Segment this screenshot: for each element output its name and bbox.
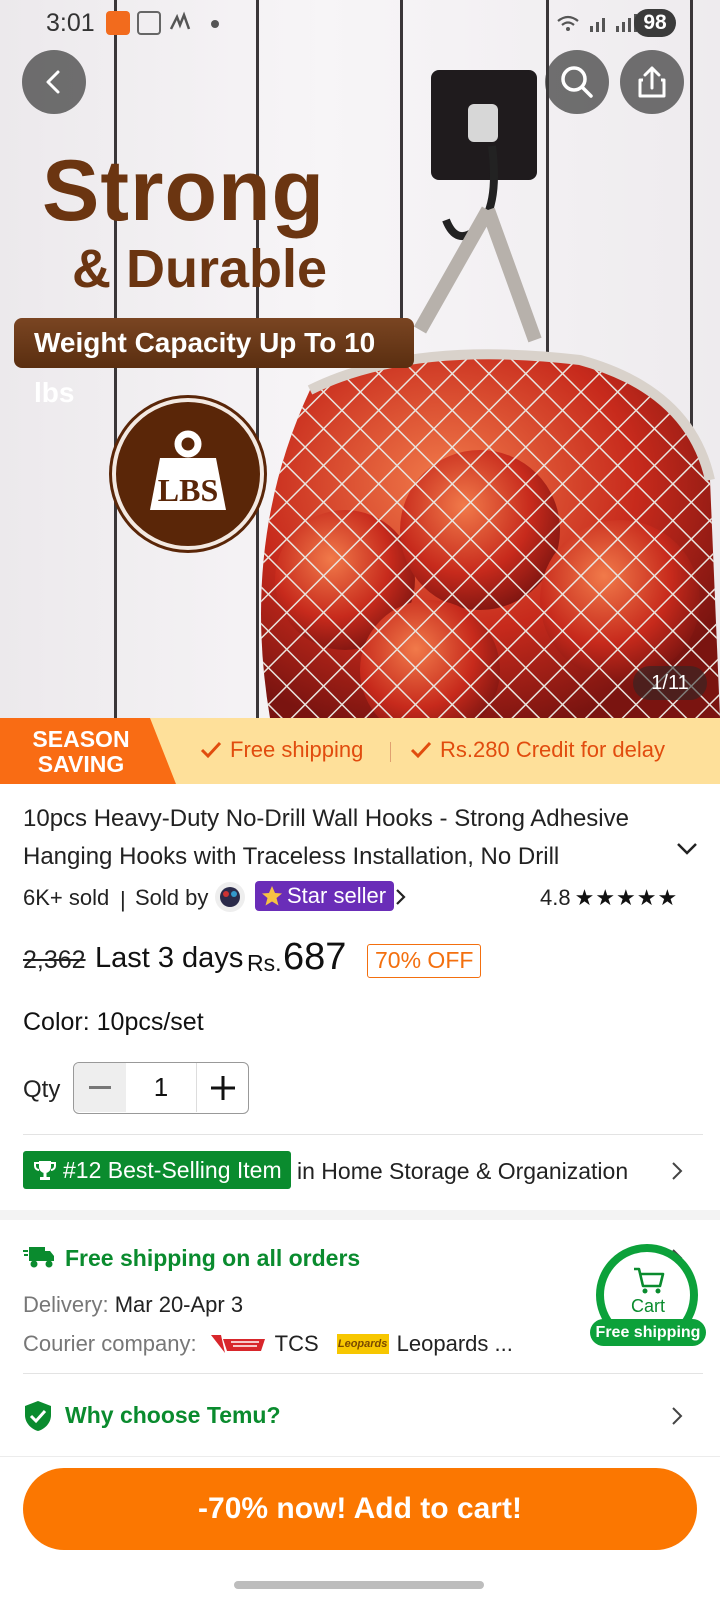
battery-indicator: 98 xyxy=(634,9,676,37)
discount-badge: 70% OFF xyxy=(367,944,482,978)
shield-check-icon xyxy=(25,1401,51,1431)
color-selection[interactable]: Color: 10pcs/set xyxy=(23,1008,204,1037)
status-bar: 3:01 98 xyxy=(0,0,720,46)
screenshot-icon xyxy=(137,11,161,35)
search-button[interactable] xyxy=(545,50,609,114)
courier-label: Courier company: xyxy=(23,1331,197,1356)
price-row: 2,362 Last 3 days Rs. 687 70% OFF xyxy=(23,936,703,980)
cart-icon xyxy=(634,1267,665,1294)
best-selling-category: in Home Storage & Organization xyxy=(297,1158,629,1184)
qty-increment-button[interactable] xyxy=(196,1063,248,1112)
product-image-carousel[interactable]: 3:01 98 Strong & Durable Weight Capacity… xyxy=(0,0,720,718)
plus-icon xyxy=(210,1075,235,1100)
cart-free-shipping-badge: Free shipping xyxy=(590,1319,706,1346)
search-icon xyxy=(561,66,593,98)
sold-count: 6K+ sold xyxy=(23,885,110,910)
chevron-left-icon xyxy=(46,70,60,94)
chevron-right-icon[interactable] xyxy=(395,888,407,906)
tcs-logo-icon xyxy=(210,1335,265,1353)
home-indicator[interactable] xyxy=(234,1581,484,1589)
weight-badge-label: LBS xyxy=(157,472,219,508)
truck-icon xyxy=(23,1247,54,1268)
promo-strip: SEASON SAVING Free shipping Rs.280 Credi… xyxy=(0,718,720,784)
hero-subheadline: & Durable xyxy=(72,239,328,299)
chevron-right-icon xyxy=(672,1162,683,1180)
product-title[interactable]: 10pcs Heavy-Duty No-Drill Wall Hooks - S… xyxy=(23,800,673,876)
why-choose-title: Why choose Temu? xyxy=(65,1402,281,1428)
courier-1: TCS xyxy=(274,1331,319,1356)
star-seller-badge[interactable]: Star seller xyxy=(255,881,395,911)
hero-headline: Strong xyxy=(42,143,326,239)
quantity-stepper[interactable]: 1 xyxy=(73,1062,249,1114)
qty-value[interactable]: 1 xyxy=(126,1063,196,1113)
rating[interactable]: 4.8 ★★★★★ xyxy=(540,885,678,911)
share-icon xyxy=(638,66,666,98)
app-notification-icon xyxy=(106,11,130,35)
hero-ribbon: Weight Capacity Up To 10 lbs xyxy=(14,318,414,408)
floating-cart-button[interactable]: Cart Free shipping xyxy=(590,1244,706,1348)
minus-icon xyxy=(89,1085,111,1089)
why-choose-row[interactable]: Why choose Temu? xyxy=(23,1398,703,1434)
star-icon xyxy=(262,886,282,906)
cart-label: Cart xyxy=(630,1296,665,1316)
delivery-info: Delivery: Mar 20-Apr 3 xyxy=(23,1292,243,1318)
notification-dot-icon xyxy=(211,20,219,28)
shipping-title: Free shipping on all orders xyxy=(65,1245,361,1271)
sold-by-label: Sold by xyxy=(135,885,209,910)
activity-icon xyxy=(168,11,192,35)
courier-2: Leopards ... xyxy=(396,1331,513,1356)
back-button[interactable] xyxy=(22,50,86,114)
signal-icons xyxy=(556,12,640,40)
seller-avatar[interactable] xyxy=(215,882,245,912)
delivery-dates: Mar 20-Apr 3 xyxy=(114,1292,244,1317)
chevron-down-icon[interactable] xyxy=(676,842,698,856)
check-icon xyxy=(410,741,432,759)
divider xyxy=(23,1134,703,1135)
deal-label: Last 3 days xyxy=(95,942,244,974)
seller-meta-row: 6K+ sold | Sold by Star seller 4.8 ★★★★★ xyxy=(23,880,703,914)
rating-value: 4.8 xyxy=(540,885,571,910)
sale-price: 687 xyxy=(283,936,347,978)
promo-free-shipping-label: Free shipping xyxy=(230,737,364,762)
best-selling-badge: #12 Best-Selling Item xyxy=(23,1151,291,1189)
share-button[interactable] xyxy=(620,50,684,114)
qty-label: Qty xyxy=(23,1076,61,1103)
weight-badge: LBS xyxy=(112,398,264,550)
original-price: 2,362 xyxy=(23,946,86,974)
promo-divider xyxy=(390,742,391,762)
star-seller-label: Star seller xyxy=(287,883,387,908)
bottom-action-bar: -70% now! Add to cart! xyxy=(0,1456,720,1600)
section-gap xyxy=(0,1210,720,1220)
add-to-cart-button[interactable]: -70% now! Add to cart! xyxy=(23,1468,697,1550)
season-saving-badge: SEASON SAVING xyxy=(0,718,176,784)
promo-free-shipping: Free shipping xyxy=(200,737,363,763)
divider xyxy=(23,1373,703,1374)
courier-info: Courier company: TCS Leopards Leopards .… xyxy=(23,1331,513,1357)
currency-label: Rs. xyxy=(247,950,282,976)
rating-stars-icon: ★★★★★ xyxy=(574,885,679,910)
promo-credit-label: Rs.280 Credit for delay xyxy=(440,737,665,762)
promo-credit: Rs.280 Credit for delay xyxy=(410,737,665,763)
check-icon xyxy=(200,741,222,759)
leopards-logo-icon: Leopards xyxy=(336,1334,389,1354)
best-selling-row[interactable]: #12 Best-Selling Item in Home Storage & … xyxy=(23,1151,703,1191)
best-selling-label: #12 Best-Selling Item xyxy=(63,1157,282,1183)
qty-decrement-button[interactable] xyxy=(74,1063,126,1112)
season-line-2: SAVING xyxy=(37,751,125,777)
trophy-icon xyxy=(34,1161,56,1180)
photo-counter: 1/11 xyxy=(633,666,707,700)
chevron-right-icon xyxy=(672,1407,683,1425)
sold-divider: | xyxy=(120,887,126,912)
season-line-1: SEASON xyxy=(32,726,130,752)
status-time: 3:01 xyxy=(46,9,95,37)
delivery-label: Delivery: xyxy=(23,1292,109,1317)
